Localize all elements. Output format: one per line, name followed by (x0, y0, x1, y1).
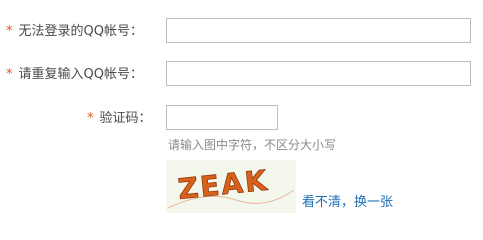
account-recovery-form: * 无法登录的QQ帐号： * 请重复输入QQ帐号： * 验证码： 请输入图中字符，不区… (0, 0, 483, 213)
required-mark: * (6, 67, 13, 82)
repeat-qq-account-label: * 请重复输入QQ帐号： (6, 66, 143, 84)
required-mark: * (87, 111, 94, 126)
captcha-image[interactable]: ZEAK (166, 160, 296, 213)
captcha-label: * 验证码： (87, 110, 152, 128)
refresh-captcha-link[interactable]: 看不清，换一张 (302, 194, 393, 211)
repeat-qq-account-input[interactable] (166, 61, 471, 86)
captcha-label-text: 验证码： (99, 111, 152, 126)
captcha-glyphs: ZEAK (166, 160, 296, 213)
captcha-hint: 请输入图中字符，不区分大小写 (168, 138, 337, 152)
captcha-input[interactable] (166, 105, 278, 130)
qq-account-input[interactable] (166, 18, 471, 43)
qq-account-label: * 无法登录的QQ帐号： (6, 23, 143, 41)
required-mark: * (6, 24, 13, 39)
repeat-qq-account-label-text: 请重复输入QQ帐号： (18, 67, 143, 82)
qq-account-label-text: 无法登录的QQ帐号： (18, 24, 143, 39)
